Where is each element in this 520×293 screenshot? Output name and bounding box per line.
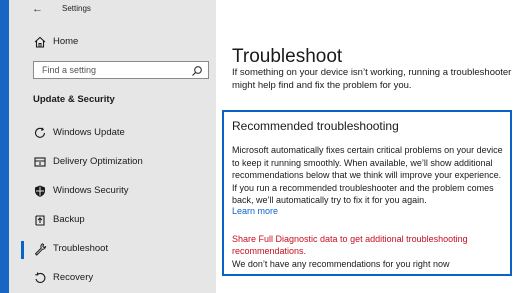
sidebar-item-home[interactable]: Home bbox=[9, 30, 216, 56]
backup-icon bbox=[35, 215, 45, 226]
sidebar-item-label: Troubleshoot bbox=[53, 243, 109, 254]
sidebar-item-delivery-optimization[interactable]: Delivery Optimization bbox=[9, 150, 216, 176]
main-content: Troubleshoot If something on your device… bbox=[216, 0, 520, 293]
title-bar: ← Settings bbox=[9, 0, 216, 20]
shield-icon bbox=[35, 185, 45, 197]
page-title: Troubleshoot bbox=[232, 45, 343, 67]
search-placeholder: Find a setting bbox=[42, 65, 97, 75]
recovery-icon bbox=[35, 272, 46, 283]
sidebar-item-windows-security[interactable]: Windows Security bbox=[9, 179, 216, 205]
sidebar: Home Find a setting Update & Security Wi… bbox=[9, 20, 216, 293]
sidebar-item-label: Backup bbox=[53, 214, 85, 225]
learn-more-link[interactable]: Learn more bbox=[232, 206, 278, 216]
settings-window: ← Settings Home Find a setting Update & … bbox=[9, 0, 520, 293]
sidebar-item-windows-update[interactable]: Windows Update bbox=[9, 121, 216, 147]
sidebar-item-label: Recovery bbox=[53, 272, 94, 283]
window-title: Settings bbox=[62, 4, 91, 13]
card-title: Recommended troubleshooting bbox=[232, 119, 399, 133]
card-description: Microsoft automatically fixes certain cr… bbox=[232, 145, 503, 205]
back-arrow-icon[interactable]: ← bbox=[32, 2, 46, 16]
section-title: Update & Security bbox=[33, 94, 115, 105]
sidebar-item-backup[interactable]: Backup bbox=[9, 208, 216, 234]
active-indicator bbox=[21, 241, 24, 259]
sidebar-item-troubleshoot[interactable]: Troubleshoot bbox=[9, 237, 216, 263]
wrench-icon bbox=[34, 243, 47, 256]
delivery-optimization-icon bbox=[34, 157, 46, 167]
sidebar-item-label: Home bbox=[53, 36, 79, 47]
search-input[interactable]: Find a setting bbox=[33, 61, 209, 79]
sidebar-item-recovery[interactable]: Recovery bbox=[9, 266, 216, 292]
recommended-troubleshooting-card: Recommended troubleshooting Microsoft au… bbox=[222, 110, 512, 276]
search-icon bbox=[192, 66, 202, 76]
sidebar-item-label: Delivery Optimization bbox=[53, 156, 143, 167]
no-recommendations-text: We don’t have any recommendations for yo… bbox=[232, 259, 450, 269]
sidebar-item-label: Windows Update bbox=[53, 127, 125, 138]
share-diagnostic-data-link[interactable]: Share Full Diagnostic data to get additi… bbox=[232, 233, 494, 257]
refresh-icon bbox=[34, 127, 46, 138]
sidebar-item-label: Windows Security bbox=[53, 185, 129, 196]
home-icon bbox=[34, 36, 46, 48]
intro-text: If something on your device isn’t workin… bbox=[232, 67, 512, 91]
